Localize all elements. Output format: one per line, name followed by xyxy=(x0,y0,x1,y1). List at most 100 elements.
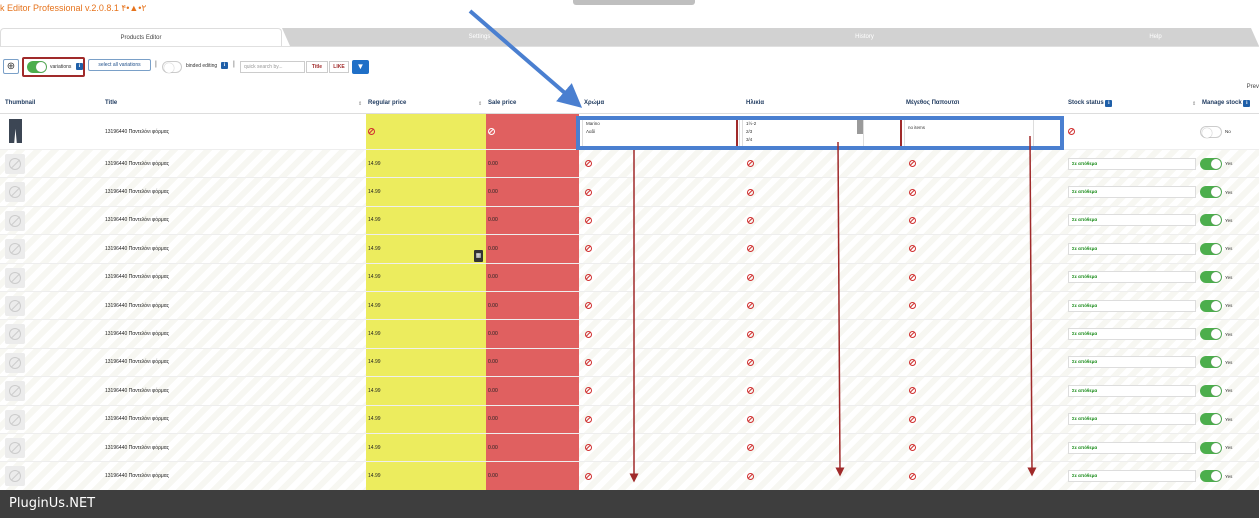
sale-price-cell[interactable]: 0.00 xyxy=(486,178,579,206)
title-cell[interactable]: 13196440 Παντελόνι φόρμας xyxy=(105,235,169,262)
manage-stock-toggle[interactable] xyxy=(1200,299,1222,312)
sort-icon[interactable]: ⇕ xyxy=(358,101,362,107)
manage-stock-toggle[interactable] xyxy=(1200,125,1222,138)
regular-price-cell[interactable]: 14.99 xyxy=(366,434,486,462)
sale-price-cell[interactable]: 0.00 xyxy=(486,434,579,462)
search-operator-select[interactable]: LIKE xyxy=(329,61,349,73)
color-option[interactable]: Λαδί xyxy=(586,128,736,136)
stock-status-select[interactable]: Σε απόθεμα xyxy=(1068,186,1196,199)
stock-status-select[interactable]: Σε απόθεμα xyxy=(1068,271,1196,284)
thumbnail-placeholder-icon[interactable] xyxy=(5,210,25,231)
stock-status-select[interactable]: Σε απόθεμα xyxy=(1068,441,1196,454)
stock-status-select[interactable]: Σε απόθεμα xyxy=(1068,157,1196,170)
sale-price-cell[interactable] xyxy=(486,114,579,149)
table-row[interactable]: 13196440 Παντελόνι φόρμας 14.99 0.00 Σε από… xyxy=(0,348,1259,378)
sort-icon[interactable]: ⇕ xyxy=(478,101,482,107)
title-cell[interactable]: 13196440 Παντελόνι φόρμας xyxy=(105,377,169,404)
stock-status-select[interactable]: Σε απόθεμα xyxy=(1068,413,1196,426)
regular-price-cell[interactable]: 14.99 xyxy=(366,348,486,377)
thumbnail-placeholder-icon[interactable] xyxy=(5,154,25,174)
col-age[interactable]: Ηλικία xyxy=(746,100,764,106)
sale-price-cell[interactable]: 0.00 xyxy=(486,292,579,320)
age-option[interactable]: 1½-2 xyxy=(746,120,860,128)
thumbnail-placeholder-icon[interactable] xyxy=(5,296,25,316)
sale-price-cell[interactable]: 0.00 xyxy=(486,405,579,433)
stock-status-select[interactable]: Σε απόθεμα xyxy=(1068,470,1196,483)
manage-stock-toggle[interactable] xyxy=(1200,328,1222,341)
col-title[interactable]: Title xyxy=(105,100,117,106)
manage-stock-toggle[interactable] xyxy=(1200,413,1222,426)
tab-help[interactable]: Help xyxy=(1052,28,1259,46)
stock-status-select[interactable]: Σε απόθεμα xyxy=(1068,328,1196,341)
thumbnail-placeholder-icon[interactable] xyxy=(5,324,25,345)
age-list-scrollbar[interactable] xyxy=(857,120,863,134)
manage-stock-toggle[interactable] xyxy=(1200,186,1222,199)
table-row[interactable]: 13196440 Παντελόνι φόρμας 14.99 0.00 Σε από… xyxy=(0,405,1259,434)
sale-price-cell[interactable]: 0.00 xyxy=(486,235,579,263)
manage-stock-toggle[interactable] xyxy=(1200,271,1222,284)
prev-link[interactable]: Prev xyxy=(1247,84,1259,90)
color-multiselect[interactable]: Marino Λαδί xyxy=(582,117,740,147)
tab-products-editor[interactable]: Products Editor xyxy=(0,28,282,46)
age-multiselect[interactable]: 1½-2 2/3 3/4 xyxy=(742,117,864,147)
tab-settings[interactable]: Settings xyxy=(282,28,677,46)
tab-history[interactable]: History xyxy=(667,28,1062,46)
title-cell[interactable]: 13196440 Παντελόνι φόρμας xyxy=(105,292,169,319)
stock-status-select[interactable]: Σε απόθεμα xyxy=(1068,384,1196,397)
sale-price-cell[interactable]: 0.00 xyxy=(486,348,579,377)
binded-editing-toggle[interactable] xyxy=(162,61,182,73)
manage-stock-toggle[interactable] xyxy=(1200,157,1222,170)
stock-info-icon[interactable]: i xyxy=(1105,100,1113,107)
col-thumbnail[interactable]: Thumbnail xyxy=(5,100,35,106)
table-row[interactable]: 13196440 Παντελόνι φόρμας 14.99 0.00 Σε από… xyxy=(0,320,1259,349)
select-all-variations-button[interactable]: select all variations xyxy=(88,59,151,71)
manage-stock-toggle[interactable] xyxy=(1200,441,1222,454)
table-row[interactable]: 13196440 Παντελόνι φόρμας 14.99 0.00 Σε από… xyxy=(0,292,1259,321)
sale-price-cell[interactable]: 0.00 xyxy=(486,206,579,235)
table-row[interactable]: 13196440 Παντελόνι φόρμας 14.99 0.00 Σε από… xyxy=(0,377,1259,406)
regular-price-cell[interactable]: 14.99 xyxy=(366,462,486,490)
manage-stock-toggle[interactable] xyxy=(1200,356,1222,369)
table-row[interactable]: 13196440 Παντελόνι φόρμας 14.99 0.00 Σε από… xyxy=(0,462,1259,491)
sale-price-cell[interactable]: 0.00 xyxy=(486,320,579,348)
col-size[interactable]: Μέγεθος Παπουτσι xyxy=(906,100,959,106)
regular-price-cell[interactable]: 14.99 xyxy=(366,292,486,320)
variations-toggle[interactable] xyxy=(27,61,47,73)
title-cell[interactable]: 13196440 Παντελόνι φόρμας xyxy=(105,207,169,234)
title-cell[interactable]: 13196440 Παντελόνι φόρμας xyxy=(105,349,169,376)
variations-info-icon[interactable]: i xyxy=(76,63,83,70)
manage-stock-toggle[interactable] xyxy=(1200,214,1222,227)
stock-status-select[interactable]: Σε απόθεμα xyxy=(1068,299,1196,312)
table-row[interactable]: 13196440 Παντελόνι φόρμας 14.99 0.00 Σε από… xyxy=(0,150,1259,179)
age-option[interactable]: 3/4 xyxy=(746,136,860,144)
sale-price-cell[interactable]: 0.00 xyxy=(486,150,579,178)
table-row[interactable]: 13196440 Παντελόνι φόρμας 14.99 0.00 Σε από… xyxy=(0,206,1259,236)
table-row[interactable]: 13196440 Παντελόνι φόρμας 14.99 0.00 Σε από… xyxy=(0,434,1259,463)
manage-stock-toggle[interactable] xyxy=(1200,470,1222,483)
thumbnail-placeholder-icon[interactable] xyxy=(5,182,25,203)
thumbnail-placeholder-icon[interactable] xyxy=(5,267,25,288)
regular-price-cell[interactable]: 14.99 xyxy=(366,263,486,291)
col-sale-price[interactable]: Sale price xyxy=(488,100,516,106)
quick-search-input[interactable]: quick search by... xyxy=(240,61,305,73)
calculator-icon[interactable]: ▦ xyxy=(474,250,483,262)
regular-price-cell[interactable]: 14.99 xyxy=(366,235,486,263)
regular-price-cell[interactable]: 14.99 xyxy=(366,377,486,405)
sale-price-cell[interactable]: 0.00 xyxy=(486,263,579,291)
age-option[interactable]: 2/3 xyxy=(746,128,860,136)
manage-stock-toggle[interactable] xyxy=(1200,384,1222,397)
regular-price-cell[interactable]: 14.99 xyxy=(366,178,486,206)
col-manage-stock[interactable]: Manage stock i xyxy=(1202,100,1251,107)
regular-price-cell[interactable]: 14.99 xyxy=(366,206,486,235)
table-row-parent[interactable]: 13196440 Παντελόνι φόρμας Marino Λαδί 1½… xyxy=(0,114,1259,150)
table-row[interactable]: 13196440 Παντελόνι φόρμας 14.99 0.00 Σε από… xyxy=(0,178,1259,207)
title-cell[interactable]: 13196440 Παντελόνι φόρμας xyxy=(105,320,169,347)
regular-price-cell[interactable]: 14.99 xyxy=(366,150,486,178)
size-multiselect[interactable]: no items xyxy=(904,117,1034,147)
thumbnail-placeholder-icon[interactable] xyxy=(5,409,25,430)
regular-price-cell[interactable] xyxy=(366,114,486,149)
binded-info-icon[interactable]: i xyxy=(221,62,228,69)
stock-status-select[interactable]: Σε απόθεμα xyxy=(1068,356,1196,369)
table-row[interactable]: 13196440 Παντελόνι φόρμας 14.99 0.00 Σε από… xyxy=(0,235,1259,264)
color-option[interactable]: Marino xyxy=(586,120,736,128)
